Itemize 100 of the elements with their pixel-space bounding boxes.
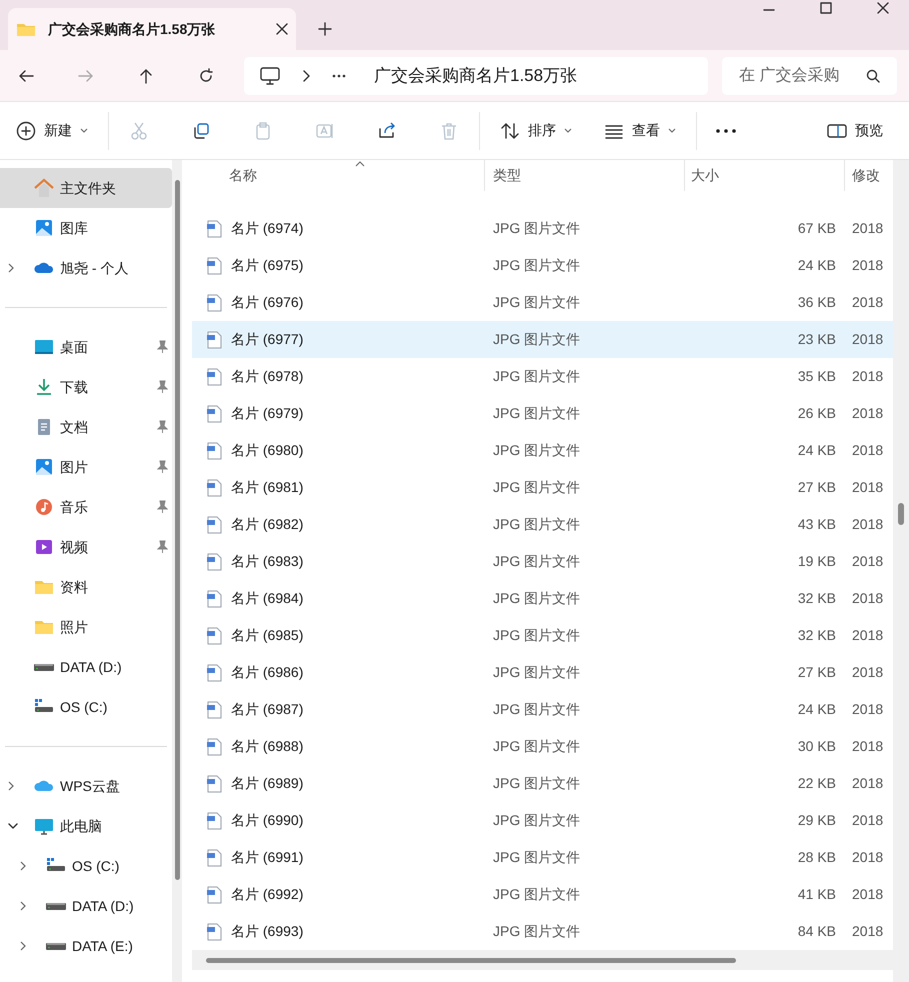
table-cell-text: JPG 图片文件 (492, 478, 582, 497)
file-row[interactable]: 名片 (6974) JPG 图片文件 67 KB 2018 (192, 210, 893, 247)
up-arrow-icon[interactable] (138, 68, 154, 84)
file-name: 名片 (6978) (231, 367, 304, 386)
file-row[interactable]: 名片 (6978) JPG 图片文件 35 KB 2018 (192, 358, 893, 395)
file-row[interactable]: 名片 (6989) JPG 图片文件 22 KB 2018 (192, 765, 893, 802)
sidebar-item[interactable]: WPS云盘 (0, 766, 172, 806)
caret-icon (564, 128, 572, 134)
address-path[interactable]: 广交会采购商名片1.58万张 (374, 62, 578, 88)
pin-icon (156, 540, 168, 554)
sort-icon (500, 120, 520, 140)
sidebar-item[interactable]: 此电脑 (0, 806, 172, 846)
file-row[interactable]: 名片 (6976) JPG 图片文件 36 KB 2018 (192, 284, 893, 321)
file-name: 名片 (6983) (231, 552, 304, 571)
file-name: 名片 (6989) (231, 774, 304, 793)
sidebar-item[interactable]: 主文件夹 (0, 168, 172, 208)
column-header[interactable]: 大小 (684, 160, 844, 191)
refresh-icon[interactable] (198, 68, 214, 84)
new-button[interactable]: 新建 (14, 112, 90, 148)
file-row[interactable]: 名片 (6986) JPG 图片文件 27 KB 2018 (192, 654, 893, 691)
table-cell-text: 2018 (851, 367, 884, 386)
search-field[interactable]: 在 广交会采购 (722, 56, 897, 94)
table-cell-text: 2018 (851, 811, 884, 830)
file-row[interactable]: 名片 (6980) JPG 图片文件 24 KB 2018 (192, 432, 893, 469)
more-icon[interactable] (332, 74, 346, 78)
file-row[interactable]: 名片 (6981) JPG 图片文件 27 KB 2018 (192, 469, 893, 506)
table-cell-text: 2018 (851, 552, 884, 571)
table-cell-text: JPG 图片文件 (492, 404, 582, 423)
close-icon[interactable] (276, 23, 288, 35)
sort-button[interactable]: 排序 (498, 112, 574, 148)
file-row[interactable]: 名片 (6991) JPG 图片文件 28 KB 2018 (192, 839, 893, 876)
image-file-icon (206, 738, 222, 756)
sidebar-item[interactable]: 图片 (0, 447, 172, 487)
file-name: 名片 (6974) (231, 219, 304, 238)
file-row[interactable]: 名片 (6992) JPG 图片文件 41 KB 2018 (192, 876, 893, 913)
table-cell-text: JPG 图片文件 (492, 700, 582, 719)
table-cell-text: 27 KB (796, 478, 836, 497)
close-icon[interactable] (877, 2, 889, 14)
sidebar-item[interactable]: DATA (D:) (0, 647, 172, 687)
file-row[interactable]: 名片 (6987) JPG 图片文件 24 KB 2018 (192, 691, 893, 728)
address-bar[interactable]: 广交会采购商名片1.58万张 (244, 56, 708, 94)
sidebar-item[interactable]: 照片 (0, 607, 172, 647)
table-cell-text: 84 KB (796, 922, 836, 941)
sidebar-item[interactable]: 视频 (0, 527, 172, 567)
table-cell-text: 29 KB (796, 811, 836, 830)
file-row[interactable]: 名片 (6993) JPG 图片文件 84 KB 2018 (192, 913, 893, 950)
file-row[interactable]: 名片 (6990) JPG 图片文件 29 KB 2018 (192, 802, 893, 839)
file-row[interactable]: 名片 (6979) JPG 图片文件 26 KB 2018 (192, 395, 893, 432)
table-cell-text: 35 KB (796, 367, 836, 386)
file-row[interactable]: 名片 (6975) JPG 图片文件 24 KB 2018 (192, 247, 893, 284)
scissors-icon (129, 120, 149, 140)
file-row[interactable]: 名片 (6983) JPG 图片文件 19 KB 2018 (192, 543, 893, 580)
drive-icon (34, 664, 54, 670)
file-row[interactable]: 名片 (6984) JPG 图片文件 32 KB 2018 (192, 580, 893, 617)
column-header[interactable]: 类型 (484, 160, 684, 191)
more-icon[interactable] (715, 128, 737, 132)
sidebar-item[interactable]: 音乐 (0, 487, 172, 527)
back-arrow-icon[interactable] (18, 68, 34, 84)
table-cell-text: 24 KB (796, 700, 836, 719)
sidebar-item[interactable]: 桌面 (0, 327, 172, 367)
file-name: 名片 (6985) (231, 626, 304, 645)
view-button[interactable]: 查看 (602, 112, 678, 148)
maximize-icon[interactable] (820, 2, 832, 14)
forward-arrow-icon (78, 68, 94, 84)
sidebar-item[interactable]: DATA (E:) (0, 926, 172, 966)
image-file-icon (206, 664, 222, 682)
table-cell-text: JPG 图片文件 (492, 626, 582, 645)
table-cell-text: JPG 图片文件 (492, 922, 582, 941)
music-note-icon (34, 497, 54, 517)
file-row[interactable]: 名片 (6988) JPG 图片文件 30 KB 2018 (192, 728, 893, 765)
scrollbar-thumb[interactable] (206, 958, 736, 962)
sidebar-item[interactable]: 文档 (0, 407, 172, 447)
scrollbar-thumb[interactable] (174, 180, 180, 880)
sidebar-item[interactable]: OS (C:) (0, 846, 172, 886)
sidebar-item[interactable]: 下载 (0, 367, 172, 407)
sidebar-item[interactable]: 旭尧 - 个人 (0, 248, 172, 288)
table-cell-text: 2018 (851, 922, 884, 941)
image-file-icon (206, 626, 222, 644)
sidebar-item[interactable]: DATA (D:) (0, 886, 172, 926)
chevron-right-icon (20, 941, 26, 951)
sidebar-item[interactable]: OS (C:) (0, 687, 172, 727)
table-cell-text: 2018 (851, 700, 884, 719)
plus-icon[interactable] (318, 22, 332, 36)
chevron-right-icon[interactable] (302, 70, 310, 82)
chevron-right-icon (20, 861, 26, 871)
sidebar-item[interactable]: 图库 (0, 208, 172, 248)
file-row[interactable]: 名片 (6982) JPG 图片文件 43 KB 2018 (192, 506, 893, 543)
table-cell-text: 2018 (851, 293, 884, 312)
scrollbar-thumb[interactable] (898, 503, 904, 525)
column-header[interactable]: 修改 (844, 160, 884, 191)
table-cell-text: 2018 (851, 441, 884, 460)
table-cell-text: JPG 图片文件 (492, 552, 582, 571)
file-row[interactable]: 名片 (6985) JPG 图片文件 32 KB 2018 (192, 617, 893, 654)
browser-tab[interactable]: 广交会采购商名片1.58万张 (8, 8, 296, 50)
preview-button[interactable]: 预览 (825, 112, 885, 148)
table-cell-text: 43 KB (796, 515, 836, 534)
column-header[interactable]: 名称 (192, 160, 484, 191)
sidebar-item[interactable]: 资料 (0, 567, 172, 607)
file-name: 名片 (6992) (231, 885, 304, 904)
file-row[interactable]: 名片 (6977) JPG 图片文件 23 KB 2018 (192, 321, 893, 358)
